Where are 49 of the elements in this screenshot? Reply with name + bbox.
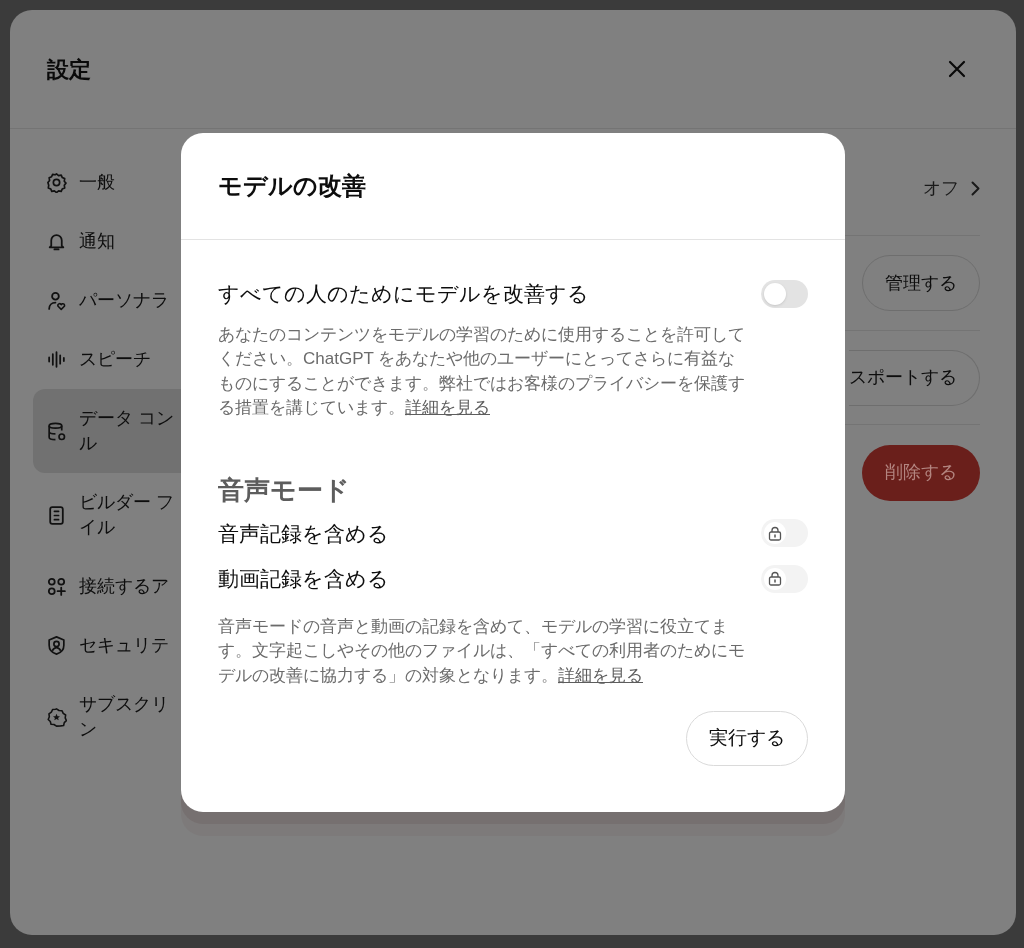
sidebar-label: パーソナラ bbox=[79, 289, 169, 312]
sidebar-label: ン bbox=[79, 718, 97, 741]
sidebar-label: 一般 bbox=[79, 171, 115, 194]
person-heart-icon bbox=[46, 290, 67, 311]
sidebar-label: サブスクリ bbox=[79, 693, 169, 716]
sidebar-label: ビルダー フ bbox=[79, 491, 174, 514]
sidebar-item[interactable]: 通知 bbox=[33, 212, 181, 271]
chevron-right-icon bbox=[971, 180, 980, 196]
sound-wave-icon bbox=[46, 349, 67, 370]
database-gear-icon bbox=[46, 420, 67, 442]
sidebar-item[interactable]: パーソナラ bbox=[33, 271, 181, 330]
sidebar-label: 通知 bbox=[79, 230, 115, 253]
lock-icon bbox=[768, 525, 782, 541]
sidebar-item[interactable]: データ コン ル bbox=[33, 389, 181, 473]
sidebar-label: スピーチ bbox=[79, 348, 151, 371]
toggle-label: 動画記録を含める bbox=[218, 566, 389, 592]
toggle-label: 音声記録を含める bbox=[218, 520, 389, 547]
shield-person-icon bbox=[46, 635, 67, 656]
sidebar-label: ル bbox=[79, 432, 97, 455]
run-button[interactable]: 実行する bbox=[686, 711, 808, 766]
sidebar-item[interactable]: 一般 bbox=[33, 153, 181, 212]
close-icon bbox=[948, 60, 966, 78]
sidebar-label: イル bbox=[79, 516, 115, 539]
lock-icon bbox=[768, 571, 782, 587]
sidebar-item[interactable]: サブスクリ ン bbox=[33, 675, 181, 759]
bell-icon bbox=[46, 231, 67, 252]
sidebar-item[interactable]: セキュリテ bbox=[33, 616, 181, 675]
sidebar-label: 接続するア bbox=[79, 575, 169, 598]
sidebar-item[interactable]: ビルダー フ イル bbox=[33, 473, 181, 557]
settings-icon bbox=[46, 172, 67, 193]
learn-more-link[interactable]: 詳細を見る bbox=[405, 398, 490, 417]
sidebar-label: データ コン bbox=[79, 407, 174, 430]
close-button[interactable] bbox=[946, 58, 968, 80]
sidebar-item[interactable]: 接続するア bbox=[33, 557, 181, 616]
learn-more-link[interactable]: 詳細を見る bbox=[558, 665, 643, 685]
apps-plus-icon bbox=[46, 576, 67, 597]
value-selector[interactable]: オフ bbox=[923, 162, 980, 202]
sidebar-item[interactable]: スピーチ bbox=[33, 330, 181, 389]
sidebar-label: セキュリテ bbox=[79, 634, 169, 657]
settings-title: 設定 bbox=[47, 55, 91, 84]
description-text: 音声モードの音声と動画の記録を含めて、モデルの学習に役立てます。文字起こしやその他のファイルは、「すべての利用者のためにモデルの改善に協力する」の対象となります。詳細を見る bbox=[218, 615, 746, 687]
toggle-label: すべての人のためにモデルを改善する bbox=[218, 281, 589, 307]
badge-star-icon bbox=[46, 706, 67, 728]
description-text: あなたのコンテンツをモデルの学習のために使用することを許可してください。ChatGPT をあなたや他のユーザーにとってさらに有益なものにすることができます。弊社ではお客様のプライバシーを保護する措置を講じています。詳細を見る bbox=[218, 323, 746, 419]
dialog-title: モデルの改善 bbox=[218, 171, 366, 201]
toggle-switch[interactable] bbox=[761, 279, 808, 308]
id-card-icon bbox=[46, 504, 67, 526]
section-heading: 音声モード bbox=[218, 473, 351, 507]
delete-button[interactable]: 削除する bbox=[862, 444, 980, 501]
